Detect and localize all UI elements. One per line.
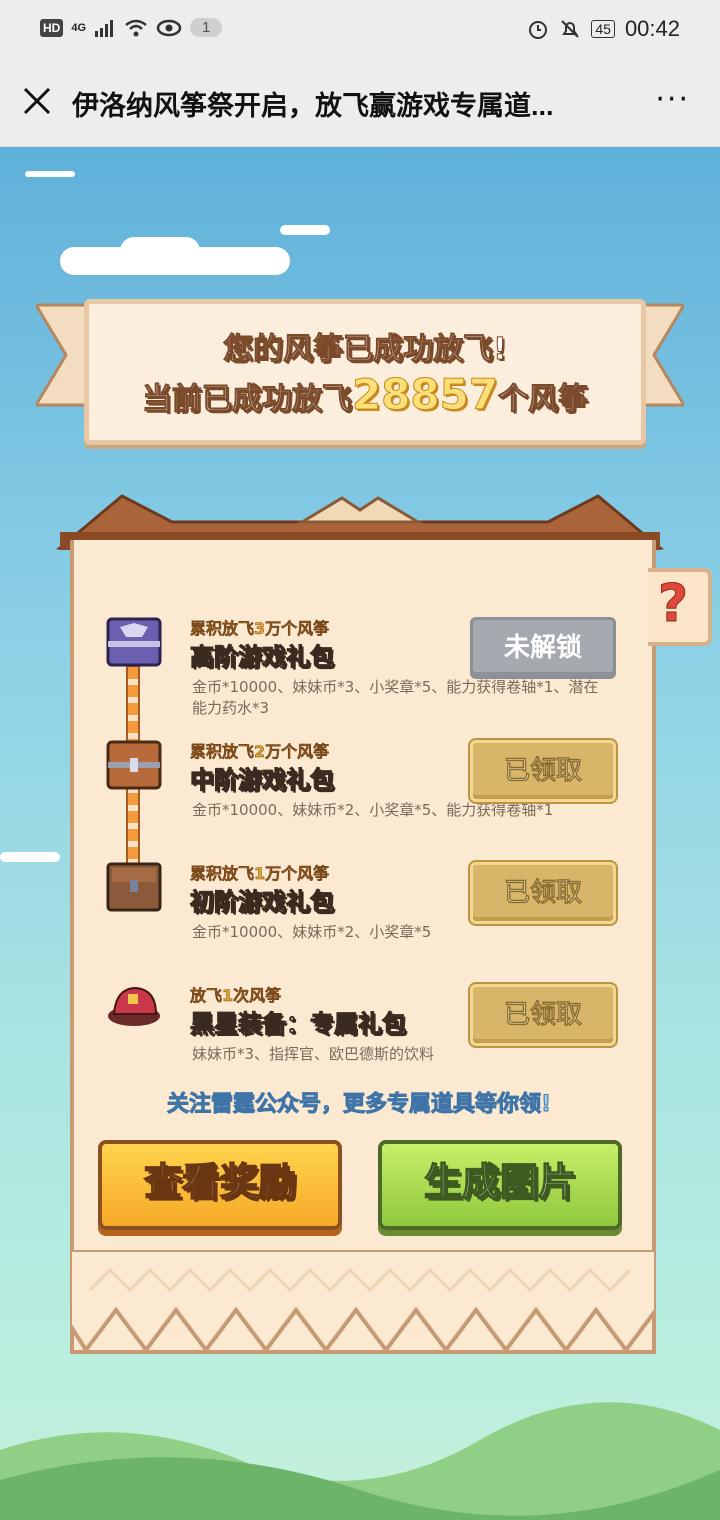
title-bar: 伊洛纳风筝祭开启，放飞赢游戏专属道... ··· (0, 62, 720, 147)
reward-description: 金币*10000、妹妹币*2、小奖章*5、能力获得卷轴*1 (192, 801, 554, 819)
more-options-icon[interactable]: ··· (655, 82, 690, 117)
claimed-button[interactable]: 已领取 (470, 862, 616, 924)
banner-panel: 您的风筝已成功放飞! 当前已成功放飞28857个风筝 (84, 299, 646, 445)
reward-name: 黑星装备：专属礼包 (190, 1010, 407, 1039)
reward-description: 妹妹币*3、指挥官、欧巴德斯的饮料 (192, 1045, 435, 1063)
hd-indicator: HD (40, 18, 64, 37)
kite-count: 28857 (351, 370, 499, 420)
follow-notice: 关注雷霆公众号，更多专属道具等你领! (166, 1092, 552, 1118)
kite-count-line: 当前已成功放飞28857个风筝 (89, 370, 641, 420)
alarm-icon (529, 21, 548, 39)
network-type: 4G (71, 21, 87, 34)
reward-row: 累积放飞1万个风筝 初阶游戏礼包 金币*10000、妹妹币*2、小奖章*5 已领… (90, 860, 620, 970)
claimed-button[interactable]: 已领取 (470, 984, 616, 1046)
silver-chest-icon (106, 617, 162, 667)
claimed-button[interactable]: 已领取 (470, 740, 616, 802)
help-button[interactable]: ? (648, 568, 712, 646)
reward-name: 中阶游戏礼包 (190, 766, 335, 795)
kite-count-prefix: 当前已成功放飞 (141, 382, 352, 418)
page-title: 伊洛纳风筝祭开启，放飞赢游戏专属道... (72, 91, 554, 121)
red-cap-icon (108, 986, 160, 1026)
status-left: HD 4G 1 (40, 18, 223, 37)
reward-requirement: 放飞1次风筝 (190, 986, 282, 1006)
reward-requirement: 累积放飞3万个风筝 (190, 619, 330, 639)
status-right: 45 00:42 (527, 16, 680, 42)
reward-row: 累积放飞2万个风筝 中阶游戏礼包 金币*10000、妹妹币*2、小奖章*5、能力… (90, 738, 620, 848)
kite-count-suffix: 个风筝 (498, 382, 589, 418)
reward-description: 金币*10000、妹妹币*3、小奖章*5、能力获得卷轴*1、潜在能力药水*3 (192, 678, 599, 717)
hills (0, 1402, 720, 1520)
reward-row: 累积放飞3万个风筝 高阶游戏礼包 金币*10000、妹妹币*3、小奖章*5、能力… (90, 615, 620, 725)
reward-name: 高阶游戏礼包 (190, 643, 335, 672)
reward-description: 金币*10000、妹妹币*2、小奖章*5 (192, 923, 432, 941)
eye-icon (156, 19, 182, 36)
cloud (280, 225, 330, 235)
locked-button[interactable]: 未解锁 (470, 617, 616, 679)
battery-level: 45 (591, 20, 615, 38)
generate-image-button[interactable]: 生成图片 (378, 1140, 622, 1230)
wifi-icon (125, 19, 147, 36)
help-icon: ? (657, 574, 689, 635)
mute-bell-icon (561, 20, 580, 38)
reward-requirement: 累积放飞2万个风筝 (190, 742, 330, 762)
success-message: 您的风筝已成功放飞! (223, 332, 508, 368)
reward-row: 放飞1次风筝 黑星装备：专属礼包 妹妹币*3、指挥官、欧巴德斯的饮料 已领取 (90, 982, 620, 1092)
notification-count-badge: 1 (190, 18, 223, 37)
result-banner: 您的风筝已成功放飞! 当前已成功放飞28857个风筝 (36, 295, 684, 445)
wooden-chest-icon (106, 862, 162, 912)
view-rewards-button[interactable]: 查看奖励 (98, 1140, 342, 1230)
close-icon[interactable] (20, 84, 54, 118)
cloud (25, 171, 75, 177)
cloud (120, 237, 200, 265)
reward-name: 初阶游戏礼包 (190, 888, 335, 917)
panel-zigzag-bottom (70, 1250, 656, 1354)
signal-icon (95, 19, 114, 37)
reward-requirement: 累积放飞1万个风筝 (190, 864, 330, 884)
bronze-chest-icon (106, 740, 162, 790)
cloud (0, 852, 60, 862)
time: 00:42 (624, 16, 680, 41)
status-bar: HD 4G 1 45 00:42 (0, 0, 720, 62)
